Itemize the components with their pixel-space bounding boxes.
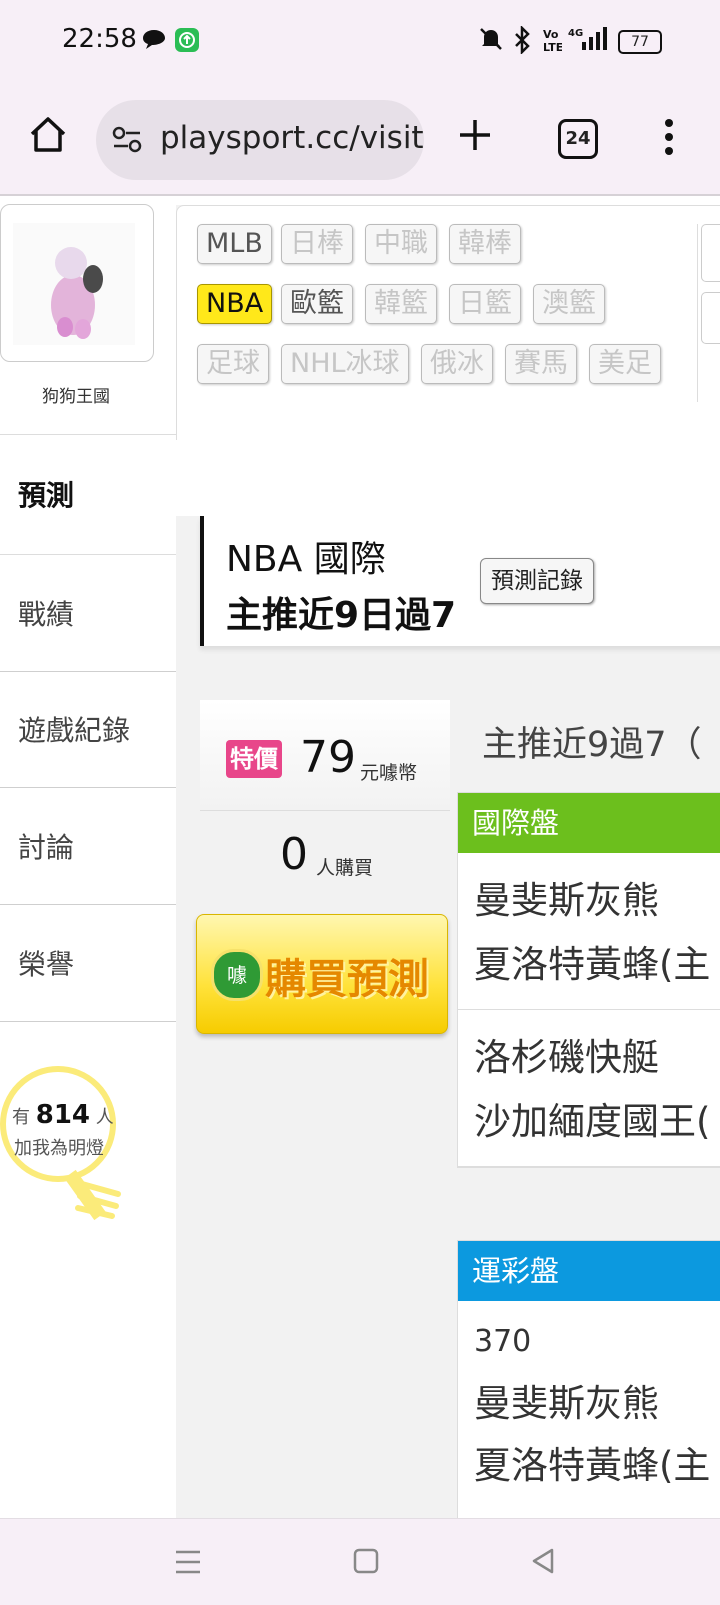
- card-header: 運彩盤: [458, 1241, 720, 1301]
- status-time: 22:58: [62, 24, 137, 54]
- special-price-badge: 特價: [226, 740, 282, 778]
- game-row: 洛杉磯快艇 沙加緬度國王(: [458, 1010, 720, 1167]
- sidebar-item-game-history[interactable]: 遊戲紀錄: [0, 671, 176, 788]
- recent-apps-icon[interactable]: [174, 1549, 202, 1575]
- address-bar[interactable]: playsport.cc/visit: [96, 100, 424, 180]
- team-home: 沙加緬度國王(: [474, 1100, 711, 1143]
- team-away: 曼斐斯灰熊: [474, 1382, 659, 1425]
- coin-logo-icon: 噱: [211, 949, 263, 1001]
- sidebar-item-record[interactable]: 戰績: [0, 554, 176, 672]
- new-tab-icon[interactable]: [458, 118, 492, 152]
- fans-suffix: 人: [95, 1107, 114, 1128]
- team-away: 洛杉磯快艇: [474, 1036, 659, 1079]
- username: 狗狗王國: [42, 387, 110, 407]
- game-row: 370 曼斐斯灰熊 夏洛特黃蜂(主: [458, 1301, 720, 1509]
- sidebar-item-label: 討論: [18, 831, 75, 864]
- league-title: NBA 國際: [226, 539, 386, 580]
- sport-chip-euro-basketball[interactable]: 歐籃: [281, 284, 353, 324]
- sport-chip-partial[interactable]: [701, 224, 720, 282]
- browser-toolbar: playsport.cc/visit 24: [0, 84, 720, 196]
- buyers-count-area: 0 人購買: [200, 810, 450, 901]
- sidebar-item-discussion[interactable]: 討論: [0, 788, 176, 905]
- sport-chip-australia-basketball[interactable]: 澳籃: [533, 284, 605, 324]
- recommendation-title: 主推近9過7（: [482, 725, 702, 765]
- sport-chip-nfl[interactable]: 美足: [589, 344, 661, 384]
- sidebar-item-label: 預測: [18, 479, 75, 512]
- battery-level: 77: [631, 34, 649, 50]
- url-text: playsport.cc/visit: [160, 120, 424, 156]
- prediction-header: NBA 國際 主推近9日過7 預測記錄: [200, 516, 720, 646]
- status-bar: 22:58 Vo LTE 4G 77: [0, 0, 720, 84]
- site-settings-icon[interactable]: [112, 126, 142, 154]
- prediction-record-button[interactable]: 預測記錄: [480, 558, 594, 604]
- sidebar-item-honors[interactable]: 榮譽: [0, 905, 176, 1022]
- buyers-count: 0: [280, 829, 308, 880]
- main-spacer: [176, 440, 720, 516]
- profile-sidebar: 狗狗王國 預測 戰績 遊戲紀錄 討論 榮譽 有 814 人 加我為明燈: [0, 196, 176, 1518]
- sport-chip-soccer[interactable]: 足球: [197, 344, 269, 384]
- bluetooth-icon: [515, 26, 530, 54]
- sport-chip-mlb[interactable]: MLB: [197, 224, 272, 264]
- price-unit: 元噱幣: [360, 762, 418, 784]
- sidebar-item-label: 戰績: [18, 598, 75, 631]
- fans-prefix: 有: [12, 1107, 30, 1128]
- panel-divider: [697, 224, 698, 402]
- svg-text:LTE: LTE: [543, 41, 562, 54]
- sport-chip-nba[interactable]: NBA: [197, 284, 273, 324]
- svg-text:Vo: Vo: [543, 28, 559, 41]
- fans-count-line: 有 814 人: [12, 1100, 114, 1130]
- price-value: 79: [300, 732, 356, 783]
- sport-chip-cpbl[interactable]: 中職: [365, 224, 437, 264]
- game-number: 370: [474, 1324, 532, 1359]
- team-away: 曼斐斯灰熊: [474, 879, 659, 922]
- avatar[interactable]: [0, 204, 154, 362]
- game-row: 曼斐斯灰熊 夏洛特黃蜂(主: [458, 853, 720, 1010]
- home-nav-icon[interactable]: [352, 1547, 380, 1575]
- sport-chip-partial[interactable]: [701, 292, 720, 344]
- app-update-icon: [175, 28, 199, 52]
- chat-bubble-icon: [143, 30, 165, 49]
- sport-chip-japan-basketball[interactable]: 日籃: [449, 284, 521, 324]
- team-home: 夏洛特黃蜂(主: [474, 943, 711, 986]
- sidebar-item-predictions[interactable]: 預測: [0, 436, 176, 552]
- card-header: 國際盤: [458, 793, 720, 853]
- price-area: 特價 79 元噱幣: [200, 700, 450, 810]
- fans-count: 814: [35, 1100, 91, 1130]
- sport-chip-horse-racing[interactable]: 賽馬: [505, 344, 577, 384]
- tab-switcher-button[interactable]: 24: [558, 119, 598, 159]
- streak-title: 主推近9日過7: [226, 595, 457, 636]
- more-menu-icon[interactable]: [664, 118, 674, 156]
- international-odds-card: 國際盤 曼斐斯灰熊 夏洛特黃蜂(主 洛杉磯快艇 沙加緬度國王(: [457, 792, 720, 1168]
- back-icon[interactable]: [530, 1547, 556, 1575]
- team-home: 夏洛特黃蜂(主: [474, 1444, 711, 1487]
- sport-chip-kbo[interactable]: 韓棒: [449, 224, 521, 264]
- system-nav-bar: [0, 1518, 720, 1605]
- sidebar-item-label: 榮譽: [18, 948, 75, 981]
- tab-count: 24: [565, 128, 591, 149]
- sport-filter-panel: MLB 日棒 中職 韓棒 NBA 歐籃 韓籃 日籃 澳籃 足球 NHL冰球 俄冰…: [176, 205, 720, 441]
- avatar-image: [13, 223, 135, 345]
- sidebar-item-label: 遊戲紀錄: [18, 714, 131, 747]
- signal-icon: 4G: [568, 27, 607, 50]
- battery-icon: 77: [618, 30, 662, 54]
- svg-text:4G: 4G: [568, 28, 583, 39]
- sports-lottery-odds-card: 運彩盤 370 曼斐斯灰熊 夏洛特黃蜂(主: [457, 1240, 720, 1519]
- buy-prediction-label: 購買預測: [265, 955, 429, 1003]
- sport-chip-nhl[interactable]: NHL冰球: [281, 344, 409, 384]
- home-icon[interactable]: [28, 114, 68, 154]
- buyers-unit: 人購買: [316, 857, 374, 879]
- volte-icon: Vo LTE: [543, 28, 562, 54]
- sport-chip-khl[interactable]: 俄冰: [421, 344, 493, 384]
- sport-chip-npb[interactable]: 日棒: [281, 224, 353, 264]
- buy-prediction-button[interactable]: 噱 購買預測: [196, 914, 448, 1034]
- mute-icon: [480, 28, 502, 50]
- fans-label: 加我為明燈: [14, 1138, 104, 1159]
- sport-chip-korea-basketball[interactable]: 韓籃: [365, 284, 437, 324]
